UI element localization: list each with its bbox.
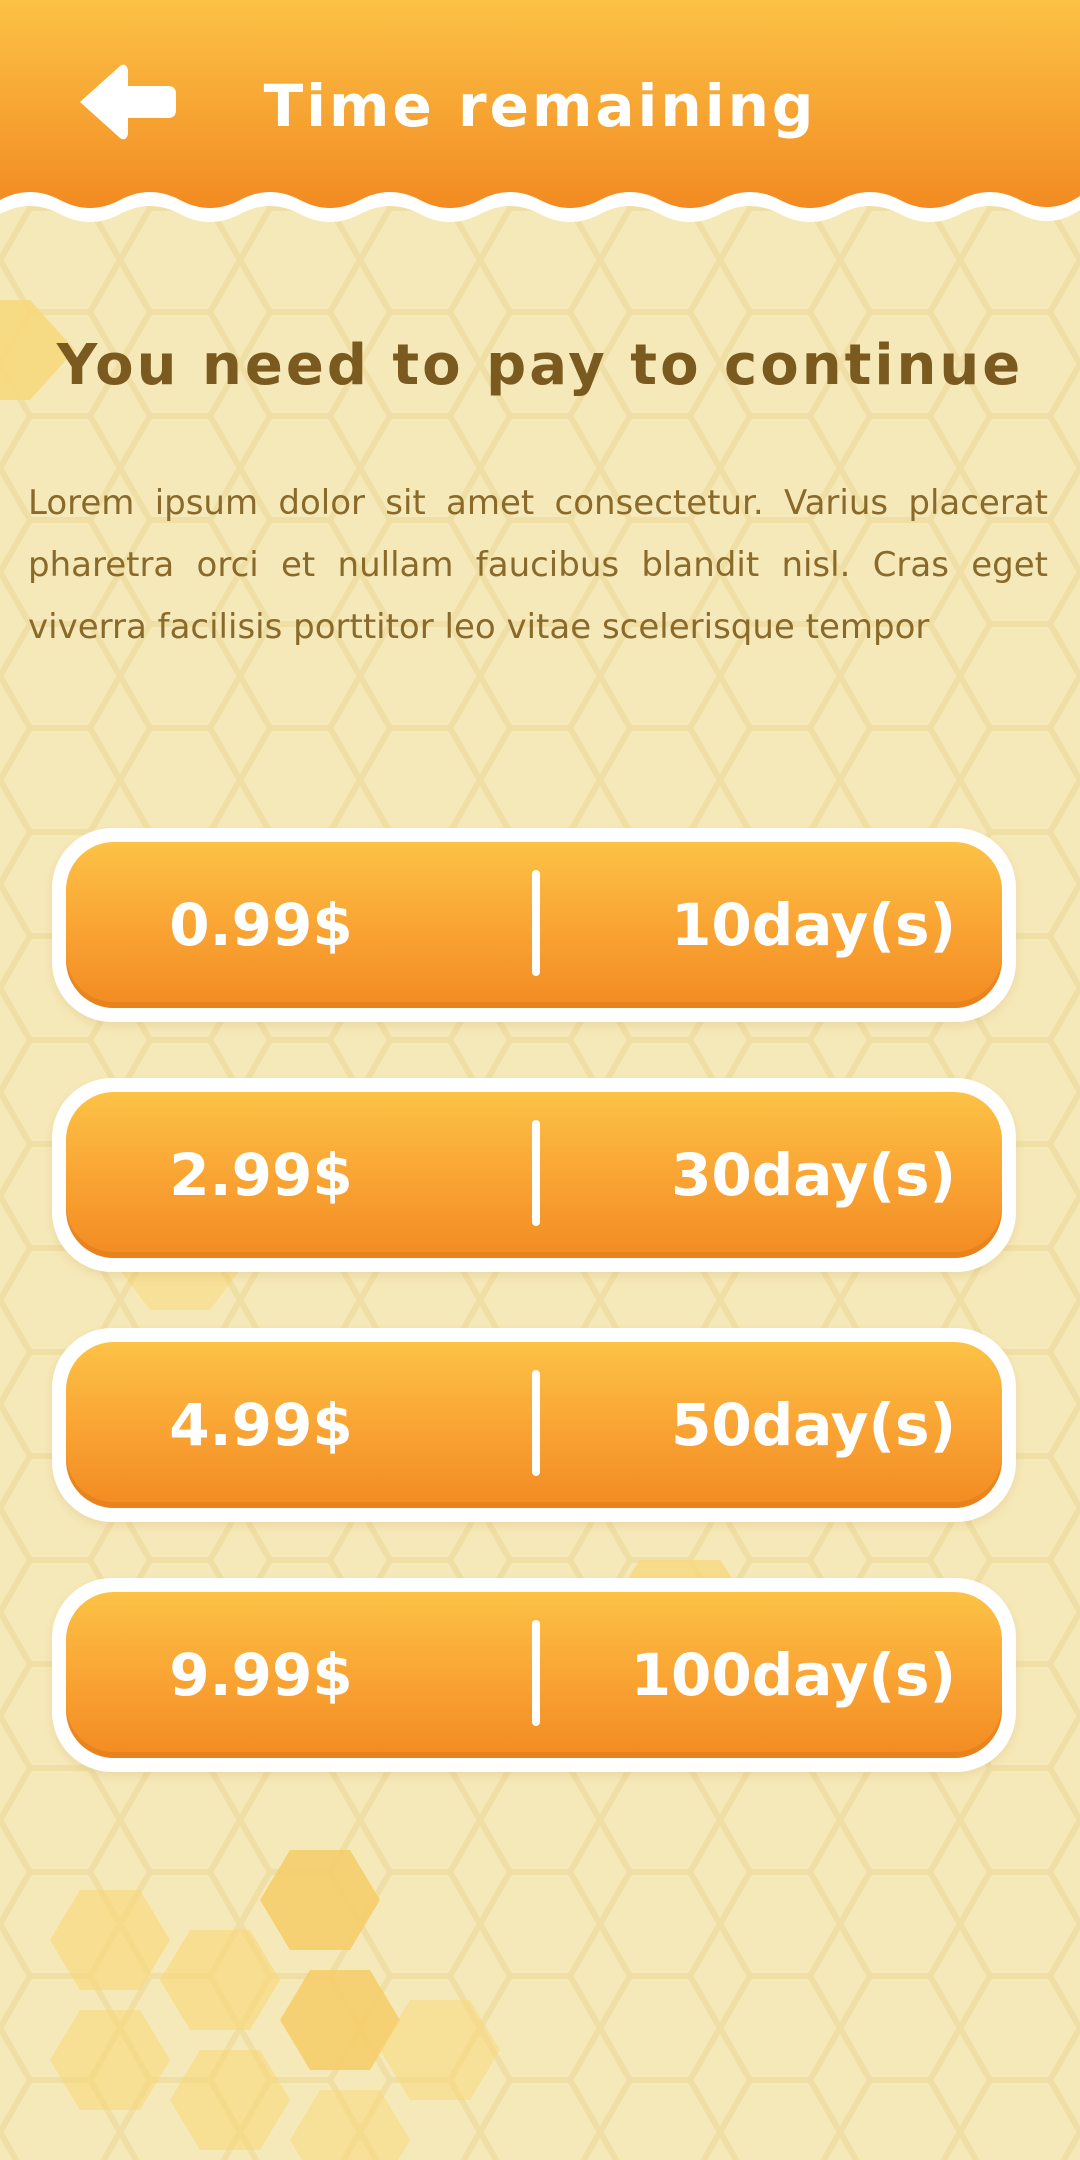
plan-button-30-days[interactable]: 2.99$ 30day(s) (52, 1078, 1016, 1272)
header-bar: Time remaining (0, 0, 1080, 240)
plan-divider (532, 1620, 540, 1726)
plan-button-face: 2.99$ 30day(s) (66, 1092, 1002, 1258)
plan-button-100-days[interactable]: 9.99$ 100day(s) (52, 1578, 1016, 1772)
plan-price: 0.99$ (169, 891, 353, 959)
plan-price: 2.99$ (169, 1141, 353, 1209)
plan-button-50-days[interactable]: 4.99$ 50day(s) (52, 1328, 1016, 1522)
plan-button-face: 4.99$ 50day(s) (66, 1342, 1002, 1508)
plan-duration: 50day(s) (671, 1391, 956, 1459)
plan-duration: 100day(s) (630, 1641, 956, 1709)
plan-button-face: 9.99$ 100day(s) (66, 1592, 1002, 1758)
payment-headline: You need to pay to continue (56, 333, 1024, 398)
plan-divider (532, 1370, 540, 1476)
plan-list: 0.99$ 10day(s) 2.99$ 30day(s) 4.99$ 50da… (52, 828, 1016, 1828)
plan-button-10-days[interactable]: 0.99$ 10day(s) (52, 828, 1016, 1022)
plan-duration: 30day(s) (671, 1141, 956, 1209)
plan-price: 9.99$ (169, 1641, 353, 1709)
plan-divider (532, 870, 540, 976)
plan-price: 4.99$ (169, 1391, 353, 1459)
payment-description: Lorem ipsum dolor sit amet consectetur. … (28, 483, 1048, 647)
page-title: Time remaining (263, 72, 817, 140)
plan-duration: 10day(s) (671, 891, 956, 959)
plan-button-face: 0.99$ 10day(s) (66, 842, 1002, 1008)
plan-divider (532, 1120, 540, 1226)
